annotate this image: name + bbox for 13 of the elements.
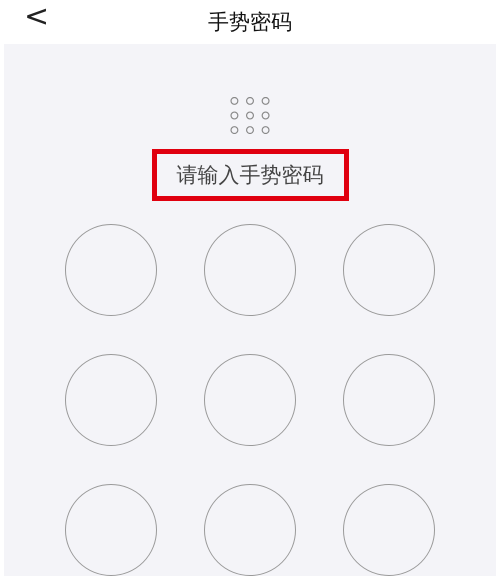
pattern-node[interactable] [204, 354, 296, 446]
pattern-node[interactable] [204, 224, 296, 316]
pattern-node[interactable] [204, 484, 296, 576]
pattern-node[interactable] [343, 224, 435, 316]
pattern-node[interactable] [343, 484, 435, 576]
page-title: 手势密码 [208, 9, 292, 36]
pattern-node[interactable] [65, 224, 157, 316]
pattern-preview-icon [229, 97, 271, 134]
pattern-node[interactable] [65, 484, 157, 576]
prompt-text: 请输入手势密码 [152, 149, 348, 201]
pattern-node[interactable] [343, 354, 435, 446]
back-button[interactable]: < [24, 2, 50, 32]
pattern-node[interactable] [65, 354, 157, 446]
